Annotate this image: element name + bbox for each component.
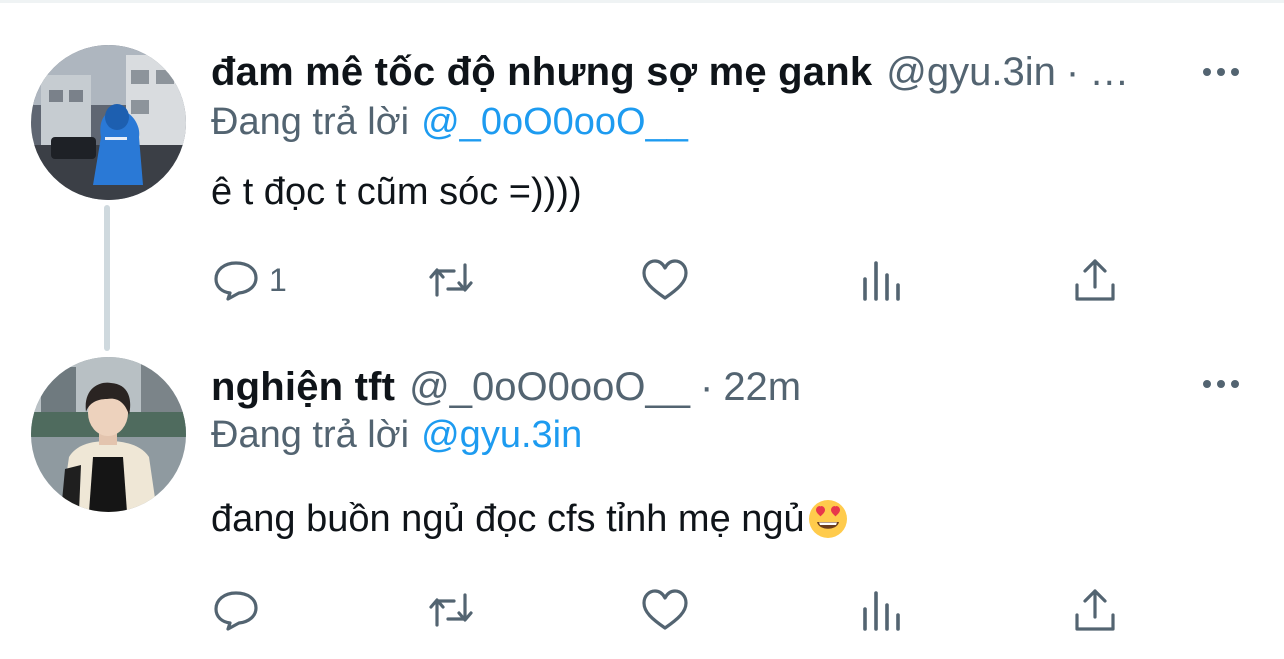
action-bar: 1 [0,250,1284,310]
more-icon[interactable] [1196,369,1246,399]
like-button[interactable] [640,250,690,310]
share-icon [1075,589,1115,631]
views-button[interactable] [856,250,906,310]
retweet-button[interactable] [426,580,476,640]
replying-to: Đang trả lời @_0oO0ooO__ [211,97,688,147]
views-icon [863,261,900,301]
tweet[interactable]: nghiện tft @_0oO0ooO__ · 22m Đang trả lờ… [0,335,1284,659]
retweet-button[interactable] [426,250,476,310]
mention-link[interactable]: @gyu.3in [421,414,582,457]
separator-dot: · [1065,49,1080,94]
tweet-text-content: đang buồn ngủ đọc cfs tỉnh mẹ ngủ [211,497,805,540]
reply-icon [214,261,258,301]
share-button[interactable] [1070,250,1120,310]
tweet-header: đam mê tốc độ nhưng sợ mẹ gank @gyu.3in … [211,42,1129,102]
replying-prefix: Đang trả lời [211,100,410,143]
avatar[interactable] [31,357,186,512]
action-bar [0,580,1284,640]
heart-eyes-emoji-icon [807,498,849,540]
share-button[interactable] [1070,580,1120,640]
tweet-text-content: ê t đọc t cũm sóc =)))) [211,170,582,213]
like-icon [642,259,688,300]
reply-button[interactable] [211,580,269,640]
like-icon [642,589,688,630]
avatar[interactable] [31,45,186,200]
tweet[interactable]: đam mê tốc độ nhưng sợ mẹ gank @gyu.3in … [0,0,1284,351]
tweet-text: đang buồn ngủ đọc cfs tỉnh mẹ ngủ [211,489,849,549]
user-handle[interactable]: @gyu.3in [886,50,1056,95]
separator-dot: · [699,364,714,409]
display-name[interactable]: đam mê tốc độ nhưng sợ mẹ gank [211,50,872,95]
retweet-icon [429,593,473,627]
more-icon[interactable] [1196,57,1246,87]
mention-link[interactable]: @_0oO0ooO__ [421,101,688,144]
display-name[interactable]: nghiện tft [211,365,395,410]
user-handle[interactable]: @_0oO0ooO__ [409,365,690,410]
share-icon [1075,259,1115,301]
avatar-photo [31,357,186,512]
reply-icon [214,591,258,631]
reply-button[interactable]: 1 [211,250,287,310]
views-button[interactable] [856,580,906,640]
timestamp[interactable]: 22m [723,365,801,410]
tweet-header: nghiện tft @_0oO0ooO__ · 22m [211,357,801,417]
like-button[interactable] [640,580,690,640]
reply-count: 1 [269,261,287,298]
timestamp[interactable]: … [1089,50,1129,95]
replying-to: Đang trả lời @gyu.3in [211,410,582,460]
retweet-icon [429,263,473,297]
tweet-text: ê t đọc t cũm sóc =)))) [211,162,582,222]
views-icon [863,591,900,631]
avatar-photo [31,45,186,200]
replying-prefix: Đang trả lời [211,413,410,456]
